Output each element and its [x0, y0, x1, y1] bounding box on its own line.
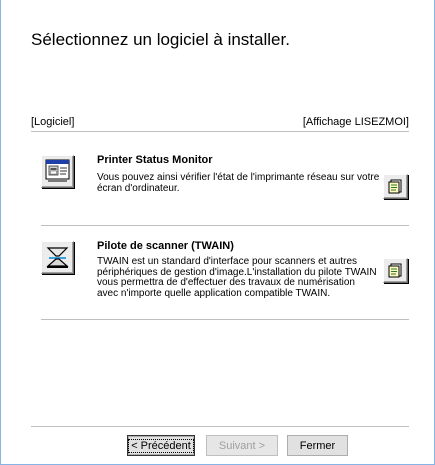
item-title-twain-scanner-driver: Pilote de scanner (TWAIN)	[97, 240, 234, 252]
software-column-header: [Logiciel]	[31, 116, 75, 128]
item-divider	[41, 225, 409, 226]
next-button[interactable]: Suivant >	[206, 435, 278, 456]
item-divider	[41, 319, 409, 320]
header-divider	[31, 131, 409, 132]
install-printer-status-monitor-button[interactable]	[41, 155, 74, 188]
close-button[interactable]: Fermer	[287, 435, 348, 456]
back-button-label: < Précédent	[128, 438, 194, 453]
item-title-printer-status-monitor: Printer Status Monitor	[97, 154, 213, 166]
installer-window: Sélectionnez un logiciel à installer. [L…	[0, 0, 435, 465]
page-title: Sélectionnez un logiciel à installer.	[31, 30, 290, 49]
install-twain-scanner-driver-button[interactable]	[41, 241, 74, 274]
readme-document-icon	[388, 263, 402, 278]
scanner-icon	[46, 247, 69, 268]
back-button[interactable]: < Précédent	[127, 435, 195, 456]
readme-button-twain-scanner-driver[interactable]	[383, 258, 408, 283]
close-button-label: Fermer	[299, 439, 336, 452]
item-description-twain-scanner-driver: TWAIN est un standard d'interface pour s…	[97, 256, 377, 299]
printer-status-icon	[45, 159, 70, 182]
readme-button-printer-status-monitor[interactable]	[383, 174, 408, 199]
item-description-printer-status-monitor: Vous pouvez ainsi vérifier l'état de l'i…	[97, 172, 380, 194]
readme-document-icon	[388, 179, 402, 194]
footer-divider	[31, 426, 409, 427]
next-button-label: Suivant >	[218, 439, 266, 452]
readme-column-header: [Affichage LISEZMOI]	[302, 116, 409, 128]
